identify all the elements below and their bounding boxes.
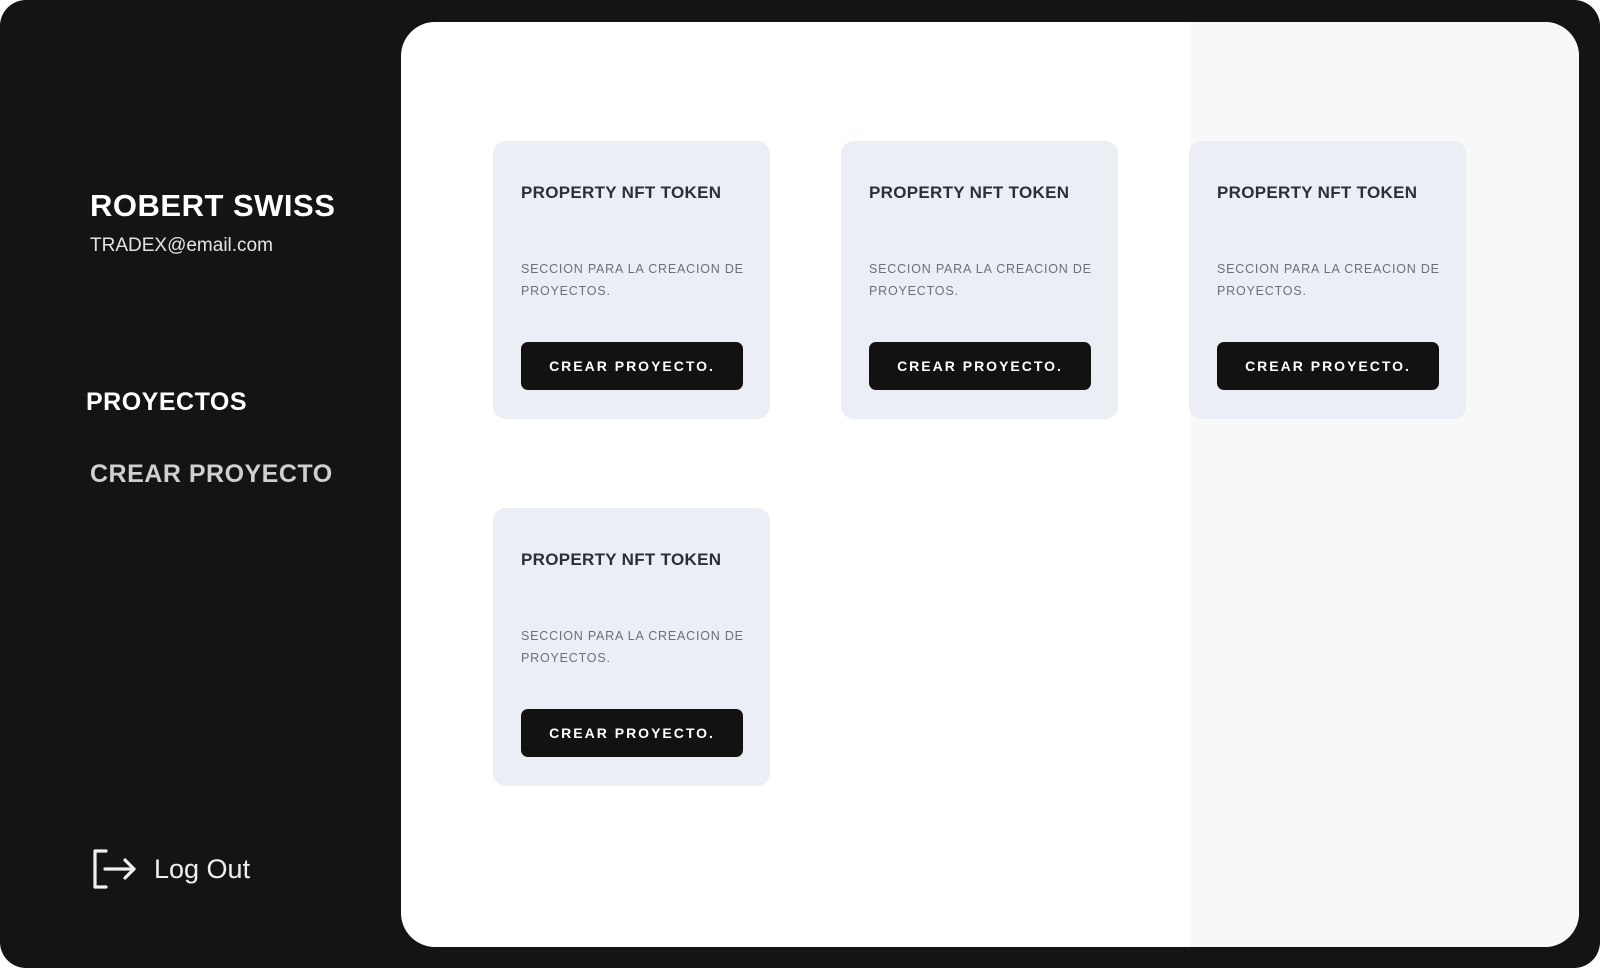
logout-button[interactable]: Log Out [92,848,250,890]
card-title: PROPERTY NFT TOKEN [869,183,1070,202]
card-description: SECCION PARA LA CREACION DE PROYECTOS. [1217,262,1440,298]
user-email: TRADEX@email.com [90,235,273,256]
card-title: PROPERTY NFT TOKEN [1217,183,1418,202]
sidebar: ROBERT SWISS TRADEX@email.com PROYECTOS … [0,0,400,968]
crear-proyecto-button[interactable]: CREAR PROYECTO. [521,342,743,390]
nav-item-crear-proyecto[interactable]: CREAR PROYECTO [90,460,333,489]
crear-proyecto-button[interactable]: CREAR PROYECTO. [869,342,1091,390]
project-card: PROPERTY NFT TOKEN SECCION PARA LA CREAC… [493,141,770,419]
card-title: PROPERTY NFT TOKEN [521,550,722,569]
card-description: SECCION PARA LA CREACION DE PROYECTOS. [869,262,1092,298]
project-card: PROPERTY NFT TOKEN SECCION PARA LA CREAC… [841,141,1118,419]
project-card: PROPERTY NFT TOKEN SECCION PARA LA CREAC… [1189,141,1466,419]
logout-icon [92,848,138,890]
logout-label: Log Out [154,853,251,884]
app-frame: ROBERT SWISS TRADEX@email.com PROYECTOS … [0,0,1600,968]
card-description: SECCION PARA LA CREACION DE PROYECTOS. [521,629,744,665]
crear-proyecto-button[interactable]: CREAR PROYECTO. [521,709,743,757]
project-card: PROPERTY NFT TOKEN SECCION PARA LA CREAC… [493,508,770,786]
crear-proyecto-button[interactable]: CREAR PROYECTO. [1217,342,1439,390]
main-content: PROPERTY NFT TOKEN SECCION PARA LA CREAC… [401,22,1579,947]
nav-item-proyectos[interactable]: PROYECTOS [86,388,247,417]
user-name: ROBERT SWISS [90,188,336,223]
card-description: SECCION PARA LA CREACION DE PROYECTOS. [521,262,744,298]
card-title: PROPERTY NFT TOKEN [521,183,722,202]
